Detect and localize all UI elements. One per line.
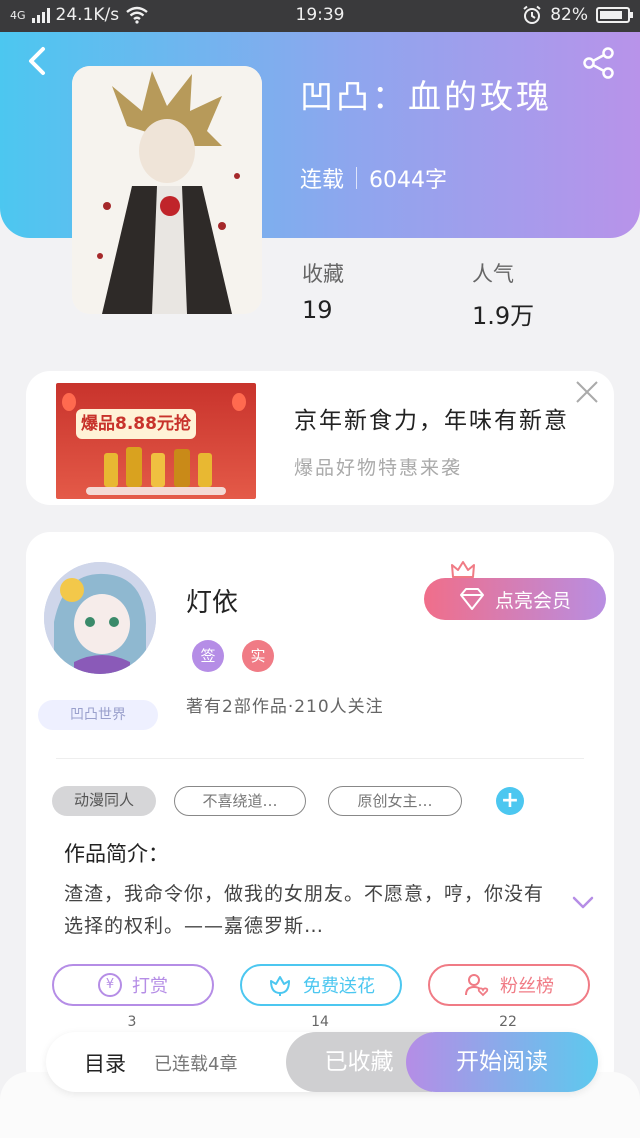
meta-divider [356, 167, 358, 189]
send-flower-button[interactable]: 免费送花 [240, 964, 402, 1006]
world-badge: 凹凸世界 [38, 700, 158, 730]
update-status[interactable]: 已连载4章 [154, 1050, 237, 1076]
ad-subtitle: 爆品好物特惠来袭 [294, 457, 463, 479]
intro-text: 渣渣，我命令你，做我的女朋友。不愿意，哼，你没有选择的权利。——嘉德罗斯… [64, 883, 545, 937]
tag-genre[interactable]: 动漫同人 [52, 786, 156, 816]
ad-banner[interactable]: 爆品8.88元抢 京年新食力，年味有新意 爆品好物特惠来袭 [26, 371, 614, 505]
flower-icon [270, 976, 290, 996]
send-flower-label: 免费送花 [303, 976, 375, 997]
avatar[interactable] [44, 562, 156, 674]
user-heart-icon [465, 974, 489, 997]
back-icon[interactable] [26, 46, 48, 83]
fan-ranking-button[interactable]: 粉丝榜 [428, 964, 590, 1006]
battery-icon [596, 7, 633, 23]
book-status: 连载 [300, 168, 345, 193]
add-tag-button[interactable]: + [496, 787, 524, 815]
author-name[interactable]: 灯依 [186, 582, 238, 619]
word-count: 6044字 [369, 168, 448, 193]
tip-count: 3 [127, 1014, 137, 1030]
vip-button[interactable]: 点亮会员 [424, 578, 606, 620]
tip-label: 打赏 [132, 976, 168, 997]
chevron-down-icon[interactable] [572, 896, 594, 910]
toc-button[interactable]: 目录 [84, 1048, 126, 1078]
verified-badge: 实 [242, 640, 274, 672]
book-meta: 连载 6044字 [300, 162, 447, 194]
fan-ranking-label: 粉丝榜 [500, 976, 554, 997]
start-reading-button[interactable]: 开始阅读 [406, 1032, 598, 1092]
ad-title: 京年新食力，年味有新意 [294, 408, 569, 434]
close-icon[interactable] [574, 379, 600, 405]
diamond-icon [459, 588, 484, 610]
ad-image-headline: 爆品8.88元抢 [76, 409, 196, 439]
yen-icon: ¥ [98, 973, 122, 997]
divider [56, 758, 584, 759]
stat-popularity-value: 1.9万 [472, 302, 535, 330]
book-title: 凹凸：血的玫瑰 [300, 77, 552, 116]
stat-collect-label: 收藏 [302, 262, 344, 286]
stat-collect-value: 19 [302, 296, 333, 324]
book-cover[interactable] [72, 66, 262, 314]
vip-button-label: 点亮会员 [494, 589, 571, 612]
tag-notice[interactable]: 不喜绕道… [174, 786, 306, 816]
tip-button[interactable]: ¥ 打赏 [52, 964, 214, 1006]
stat-popularity-label: 人气 [472, 262, 514, 286]
share-icon[interactable] [582, 46, 616, 80]
alarm-icon [523, 5, 541, 24]
battery-level: 82% [550, 5, 588, 25]
status-bar: 4G 24.1K/s 19:39 82% [0, 0, 640, 32]
fan-count: 22 [499, 1014, 517, 1030]
signed-badge: 签 [192, 640, 224, 672]
tag-heroine[interactable]: 原创女主… [328, 786, 462, 816]
ad-image[interactable]: 爆品8.88元抢 [56, 383, 256, 499]
author-info: 著有2部作品·210人关注 [186, 697, 384, 717]
crown-icon [451, 561, 475, 578]
intro-title: 作品简介： [64, 842, 169, 866]
flower-count: 14 [311, 1014, 329, 1030]
